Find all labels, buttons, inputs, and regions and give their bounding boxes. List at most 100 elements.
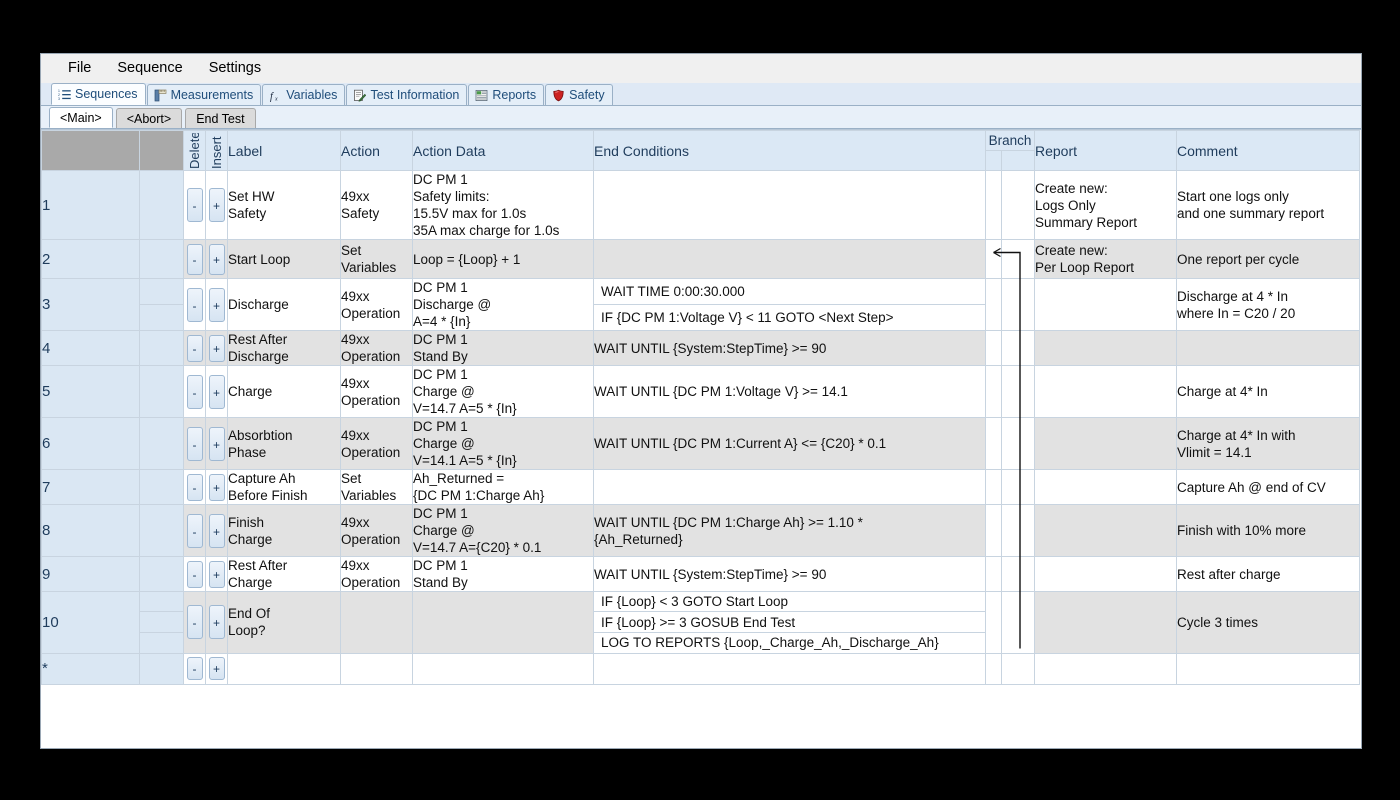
cell-report[interactable] (1034, 365, 1177, 418)
insert-row-button[interactable]: + (208, 473, 225, 501)
tab-safety[interactable]: Safety (545, 84, 613, 105)
cell-end-conditions[interactable]: WAIT UNTIL {DC PM 1:Voltage V} >= 14.1 (593, 365, 986, 418)
cell-report[interactable] (1034, 278, 1177, 331)
cell-comment[interactable]: Capture Ah @ end of CV (1176, 469, 1360, 505)
cell-report[interactable] (1034, 330, 1177, 366)
cell-action-data[interactable]: Ah_Returned = {DC PM 1:Charge Ah} (412, 469, 594, 505)
end-condition-line[interactable]: IF {DC PM 1:Voltage V} < 11 GOTO <Next S… (595, 305, 985, 330)
row-number[interactable]: 6 (41, 417, 140, 470)
row-marker[interactable] (139, 278, 184, 331)
row-marker[interactable] (139, 556, 184, 592)
row-marker[interactable] (139, 170, 184, 240)
cell-action[interactable]: 49xx Safety (340, 170, 413, 240)
row-marker-sub[interactable] (140, 592, 183, 613)
cell-branch-b[interactable] (1001, 652, 1035, 685)
cell-report[interactable] (1034, 556, 1177, 592)
insert-row-button[interactable]: + (208, 374, 225, 409)
cell-label[interactable] (227, 652, 341, 685)
table-row[interactable]: 6 - + Absorbtion Phase 49xx Operation DC PM 1… (41, 417, 1360, 470)
cell-label[interactable]: Rest After Charge (227, 556, 341, 592)
cell-branch-b[interactable] (1001, 330, 1035, 366)
cell-action[interactable]: Set Variables (340, 469, 413, 505)
cell-branch-a[interactable] (985, 278, 1002, 331)
cell-branch-b[interactable] (1001, 556, 1035, 592)
menu-item-sequence[interactable]: Sequence (106, 57, 193, 79)
row-marker[interactable] (139, 239, 184, 279)
row-number[interactable]: 10 (41, 591, 140, 654)
table-row[interactable]: 10 - + End Of Loop? IF {Loop} < 3 GOTO Start… (41, 591, 1360, 654)
table-row[interactable]: 7 - + Capture Ah Before Finish Set Variables… (41, 469, 1360, 505)
cell-action-data[interactable]: DC PM 1 Charge @ V=14.7 A=5 * {In} (412, 365, 594, 418)
cell-end-conditions[interactable] (593, 170, 986, 240)
column-header-action-data[interactable]: Action Data (412, 130, 594, 171)
cell-end-conditions[interactable] (593, 239, 986, 279)
cell-branch-a[interactable] (985, 652, 1002, 685)
column-header-branch[interactable]: Branch (985, 130, 1035, 151)
cell-action[interactable] (340, 591, 413, 654)
table-row[interactable]: 8 - + Finish Charge 49xx Operation DC PM 1 Ch… (41, 504, 1360, 557)
cell-report[interactable] (1034, 469, 1177, 505)
cell-report[interactable] (1034, 591, 1177, 654)
cell-branch-a[interactable] (985, 365, 1002, 418)
row-number[interactable]: 8 (41, 504, 140, 557)
cell-branch-b[interactable] (1001, 278, 1035, 331)
cell-branch-a[interactable] (985, 504, 1002, 557)
row-marker[interactable] (139, 652, 184, 685)
cell-action[interactable]: 49xx Operation (340, 417, 413, 470)
delete-row-button[interactable]: - (186, 188, 203, 222)
table-row[interactable]: 9 - + Rest After Charge 49xx Operation DC PM … (41, 556, 1360, 592)
cell-branch-a[interactable] (985, 469, 1002, 505)
sequence-grid-container[interactable]: Delete Insert Label Action Action Data E… (41, 129, 1361, 748)
row-marker[interactable] (139, 330, 184, 366)
cell-action[interactable]: 49xx Operation (340, 365, 413, 418)
cell-report[interactable] (1034, 504, 1177, 557)
cell-branch-a[interactable] (985, 417, 1002, 470)
cell-branch-b[interactable] (1001, 365, 1035, 418)
row-marker[interactable] (139, 365, 184, 418)
row-marker-sub[interactable] (141, 305, 183, 330)
cell-comment[interactable]: Finish with 10% more (1176, 504, 1360, 557)
table-row[interactable]: 5 - + Charge 49xx Operation DC PM 1 Charge @ … (41, 365, 1360, 418)
cell-comment[interactable]: Start one logs only and one summary repo… (1176, 170, 1360, 240)
column-header-delete[interactable]: Delete (183, 130, 206, 171)
delete-row-button[interactable]: - (186, 605, 203, 640)
cell-action[interactable]: 49xx Operation (340, 504, 413, 557)
delete-row-button[interactable]: - (186, 560, 203, 588)
grid-corner-cell-2[interactable] (139, 130, 184, 171)
row-number[interactable]: 9 (41, 556, 140, 592)
table-row[interactable]: 2 - + Start Loop Set Variables Loop = {Loop} … (41, 239, 1360, 279)
cell-action-data[interactable]: Loop = {Loop} + 1 (412, 239, 594, 279)
subtab-end-test[interactable]: End Test (185, 108, 256, 128)
row-marker[interactable] (139, 591, 184, 654)
cell-end-conditions[interactable]: IF {Loop} < 3 GOTO Start Loop IF {Loop} >… (593, 591, 986, 654)
cell-action-data[interactable]: DC PM 1 Stand By (412, 330, 594, 366)
subtab-main[interactable]: <Main> (49, 107, 113, 128)
insert-row-button[interactable]: + (208, 657, 225, 681)
table-row[interactable]: 3 - + Discharge 49xx Operation DC PM 1 Discha… (41, 278, 1360, 331)
cell-label[interactable]: Discharge (227, 278, 341, 331)
cell-end-conditions[interactable]: WAIT UNTIL {DC PM 1:Charge Ah} >= 1.10 *… (593, 504, 986, 557)
tab-sequences[interactable]: 1 2 3 Sequences (51, 83, 146, 105)
end-condition-line[interactable]: LOG TO REPORTS {Loop,_Charge_Ah,_Dischar… (595, 633, 985, 653)
row-number[interactable]: 2 (41, 239, 140, 279)
cell-end-conditions[interactable]: WAIT UNTIL {System:StepTime} >= 90 (593, 556, 986, 592)
cell-comment[interactable] (1176, 652, 1360, 685)
delete-row-button[interactable]: - (186, 243, 203, 275)
row-marker[interactable] (139, 469, 184, 505)
cell-label[interactable]: End Of Loop? (227, 591, 341, 654)
cell-end-conditions[interactable]: WAIT TIME 0:00:30.000 IF {DC PM 1:Voltage… (593, 278, 986, 331)
delete-row-button[interactable]: - (186, 473, 203, 501)
cell-comment[interactable] (1176, 330, 1360, 366)
cell-action-data[interactable]: DC PM 1 Safety limits: 15.5V max for 1.0… (412, 170, 594, 240)
insert-row-button[interactable]: + (208, 426, 225, 461)
cell-branch-b[interactable] (1001, 417, 1035, 470)
cell-action-data[interactable]: DC PM 1 Charge @ V=14.1 A=5 * {In} (412, 417, 594, 470)
cell-end-conditions[interactable]: WAIT UNTIL {DC PM 1:Current A} <= {C20} … (593, 417, 986, 470)
cell-report[interactable] (1034, 417, 1177, 470)
row-number[interactable]: 1 (41, 170, 140, 240)
cell-branch-b[interactable] (1001, 469, 1035, 505)
table-row[interactable]: * - + (41, 652, 1360, 685)
end-condition-line[interactable]: WAIT TIME 0:00:30.000 (594, 280, 985, 305)
row-number[interactable]: 3 (41, 278, 140, 331)
column-header-branch-b[interactable] (1001, 150, 1035, 171)
